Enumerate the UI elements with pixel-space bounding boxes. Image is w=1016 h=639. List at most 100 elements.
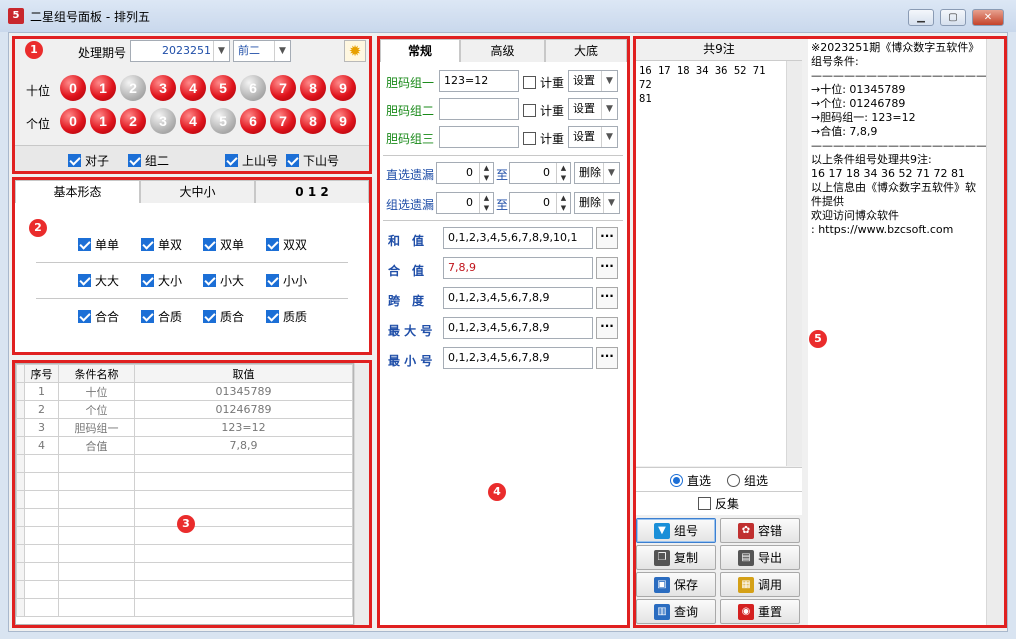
action-button-0[interactable]: ▼ 组号 — [636, 518, 716, 543]
result-scrollbar[interactable] — [786, 61, 802, 466]
ball-units-0[interactable]: 0 — [60, 108, 86, 134]
param-input-4[interactable]: 0,1,2,3,4,5,6,7,8,9 — [443, 347, 593, 369]
param-more-button-1[interactable]: ··· — [596, 257, 618, 279]
check-reverse[interactable]: 反集 — [698, 495, 739, 512]
miss-to-1[interactable]: 0 ▲ ▼ — [509, 192, 571, 214]
table-row[interactable]: 4 合值 7,8,9 — [16, 436, 353, 455]
table-row[interactable] — [16, 454, 353, 473]
action-button-4[interactable]: ▣ 保存 — [636, 572, 716, 597]
ball-tens-4[interactable]: 4 — [180, 75, 206, 101]
param-more-button-0[interactable]: ··· — [596, 227, 618, 249]
ball-units-1[interactable]: 1 — [90, 108, 116, 134]
minimize-button[interactable]: ▁ — [908, 9, 934, 26]
dan-input-2[interactable] — [439, 126, 519, 148]
tab-size[interactable]: 大中小 — [140, 180, 255, 204]
action-button-5[interactable]: ▦ 调用 — [720, 572, 800, 597]
ball-units-9[interactable]: 9 — [330, 108, 356, 134]
table-row[interactable]: 1 十位 01345789 — [16, 382, 353, 401]
check-group2[interactable]: 组二 — [128, 152, 169, 169]
table-row[interactable]: 2 个位 01246789 — [16, 400, 353, 419]
param-input-2[interactable]: 0,1,2,3,4,5,6,7,8,9 — [443, 287, 593, 309]
form-check-0-1[interactable]: 单双 — [141, 236, 182, 253]
param-input-3[interactable]: 0,1,2,3,4,5,6,7,8,9 — [443, 317, 593, 339]
dan-setting-select-0[interactable]: 设置 ▼ — [568, 70, 618, 92]
table-scrollbar[interactable] — [354, 363, 369, 625]
tab-regular[interactable]: 常规 — [380, 39, 460, 63]
period-select[interactable]: 2023251 ▼ — [130, 40, 230, 62]
form-check-2-3[interactable]: 质质 — [266, 308, 307, 325]
action-button-3[interactable]: ▤ 导出 — [720, 545, 800, 570]
ball-units-2[interactable]: 2 — [120, 108, 146, 134]
form-check-2-2[interactable]: 质合 — [203, 308, 244, 325]
ball-tens-8[interactable]: 8 — [300, 75, 326, 101]
table-row[interactable]: 3 胆码组一 123=12 — [16, 418, 353, 437]
info-text[interactable]: ※2023251期《博众数字五软件》组号条件: ————————————————… — [808, 39, 986, 625]
miss-action-select-0[interactable]: 删除 ▼ — [574, 162, 620, 184]
ball-units-6[interactable]: 6 — [240, 108, 266, 134]
ball-tens-9[interactable]: 9 — [330, 75, 356, 101]
gear-icon[interactable]: ✹ — [344, 40, 366, 62]
table-row[interactable] — [16, 580, 353, 599]
table-row[interactable] — [16, 490, 353, 509]
param-input-0[interactable]: 0,1,2,3,4,5,6,7,8,9,10,1 — [443, 227, 593, 249]
dan-count-check-1[interactable]: 计重 — [523, 102, 564, 119]
radio-direct[interactable]: 直选 — [670, 472, 711, 489]
ball-units-5[interactable]: 5 — [210, 108, 236, 134]
action-button-2[interactable]: ❐ 复制 — [636, 545, 716, 570]
prev-select[interactable]: 前二 ▼ — [233, 40, 291, 62]
miss-from-0[interactable]: 0 ▲ ▼ — [436, 162, 494, 184]
param-input-1[interactable]: 7,8,9 — [443, 257, 593, 279]
form-check-2-0[interactable]: 合合 — [78, 308, 119, 325]
action-button-7[interactable]: ◉ 重置 — [720, 599, 800, 624]
form-check-1-1[interactable]: 大小 — [141, 272, 182, 289]
ball-tens-0[interactable]: 0 — [60, 75, 86, 101]
ball-units-3[interactable]: 3 — [150, 108, 176, 134]
info-scrollbar[interactable] — [986, 39, 1004, 625]
miss-to-0[interactable]: 0 ▲ ▼ — [509, 162, 571, 184]
check-pair[interactable]: 对子 — [68, 152, 109, 169]
action-button-6[interactable]: ▥ 查询 — [636, 599, 716, 624]
dan-setting-select-2[interactable]: 设置 ▼ — [568, 126, 618, 148]
miss-action-select-1[interactable]: 删除 ▼ — [574, 192, 620, 214]
form-check-2-1[interactable]: 合质 — [141, 308, 182, 325]
tab-012[interactable]: 0 1 2 — [255, 180, 369, 204]
form-check-1-0[interactable]: 大大 — [78, 272, 119, 289]
ball-units-8[interactable]: 8 — [300, 108, 326, 134]
param-more-button-3[interactable]: ··· — [596, 317, 618, 339]
dan-count-check-0[interactable]: 计重 — [523, 74, 564, 91]
dan-count-check-2[interactable]: 计重 — [523, 130, 564, 147]
ball-units-7[interactable]: 7 — [270, 108, 296, 134]
tab-base[interactable]: 大底 — [545, 39, 627, 63]
param-more-button-4[interactable]: ··· — [596, 347, 618, 369]
close-button[interactable]: ✕ — [972, 9, 1004, 26]
radio-group[interactable]: 组选 — [727, 472, 768, 489]
form-check-0-0[interactable]: 单单 — [78, 236, 119, 253]
action-button-1[interactable]: ✿ 容错 — [720, 518, 800, 543]
result-numbers[interactable]: 16 17 18 34 36 52 71 72 81 — [636, 61, 786, 466]
check-uphill[interactable]: 上山号 — [225, 152, 278, 169]
form-check-1-2[interactable]: 小大 — [203, 272, 244, 289]
ball-tens-2[interactable]: 2 — [120, 75, 146, 101]
tab-advanced[interactable]: 高级 — [460, 39, 545, 63]
param-more-button-2[interactable]: ··· — [596, 287, 618, 309]
ball-tens-3[interactable]: 3 — [150, 75, 176, 101]
ball-tens-1[interactable]: 1 — [90, 75, 116, 101]
miss-from-1[interactable]: 0 ▲ ▼ — [436, 192, 494, 214]
form-check-1-3[interactable]: 小小 — [266, 272, 307, 289]
maximize-button[interactable]: ▢ — [940, 9, 966, 26]
ball-tens-5[interactable]: 5 — [210, 75, 236, 101]
tab-basic-form[interactable]: 基本形态 — [15, 180, 140, 204]
dan-input-1[interactable] — [439, 98, 519, 120]
table-row[interactable] — [16, 598, 353, 617]
form-check-0-2[interactable]: 双单 — [203, 236, 244, 253]
table-row[interactable] — [16, 472, 353, 491]
ball-tens-6[interactable]: 6 — [240, 75, 266, 101]
dan-setting-select-1[interactable]: 设置 ▼ — [568, 98, 618, 120]
ball-tens-7[interactable]: 7 — [270, 75, 296, 101]
table-row[interactable] — [16, 544, 353, 563]
ball-units-4[interactable]: 4 — [180, 108, 206, 134]
form-check-0-3[interactable]: 双双 — [266, 236, 307, 253]
table-row[interactable] — [16, 562, 353, 581]
dan-input-0[interactable]: 123=12 — [439, 70, 519, 92]
check-downhill[interactable]: 下山号 — [286, 152, 339, 169]
